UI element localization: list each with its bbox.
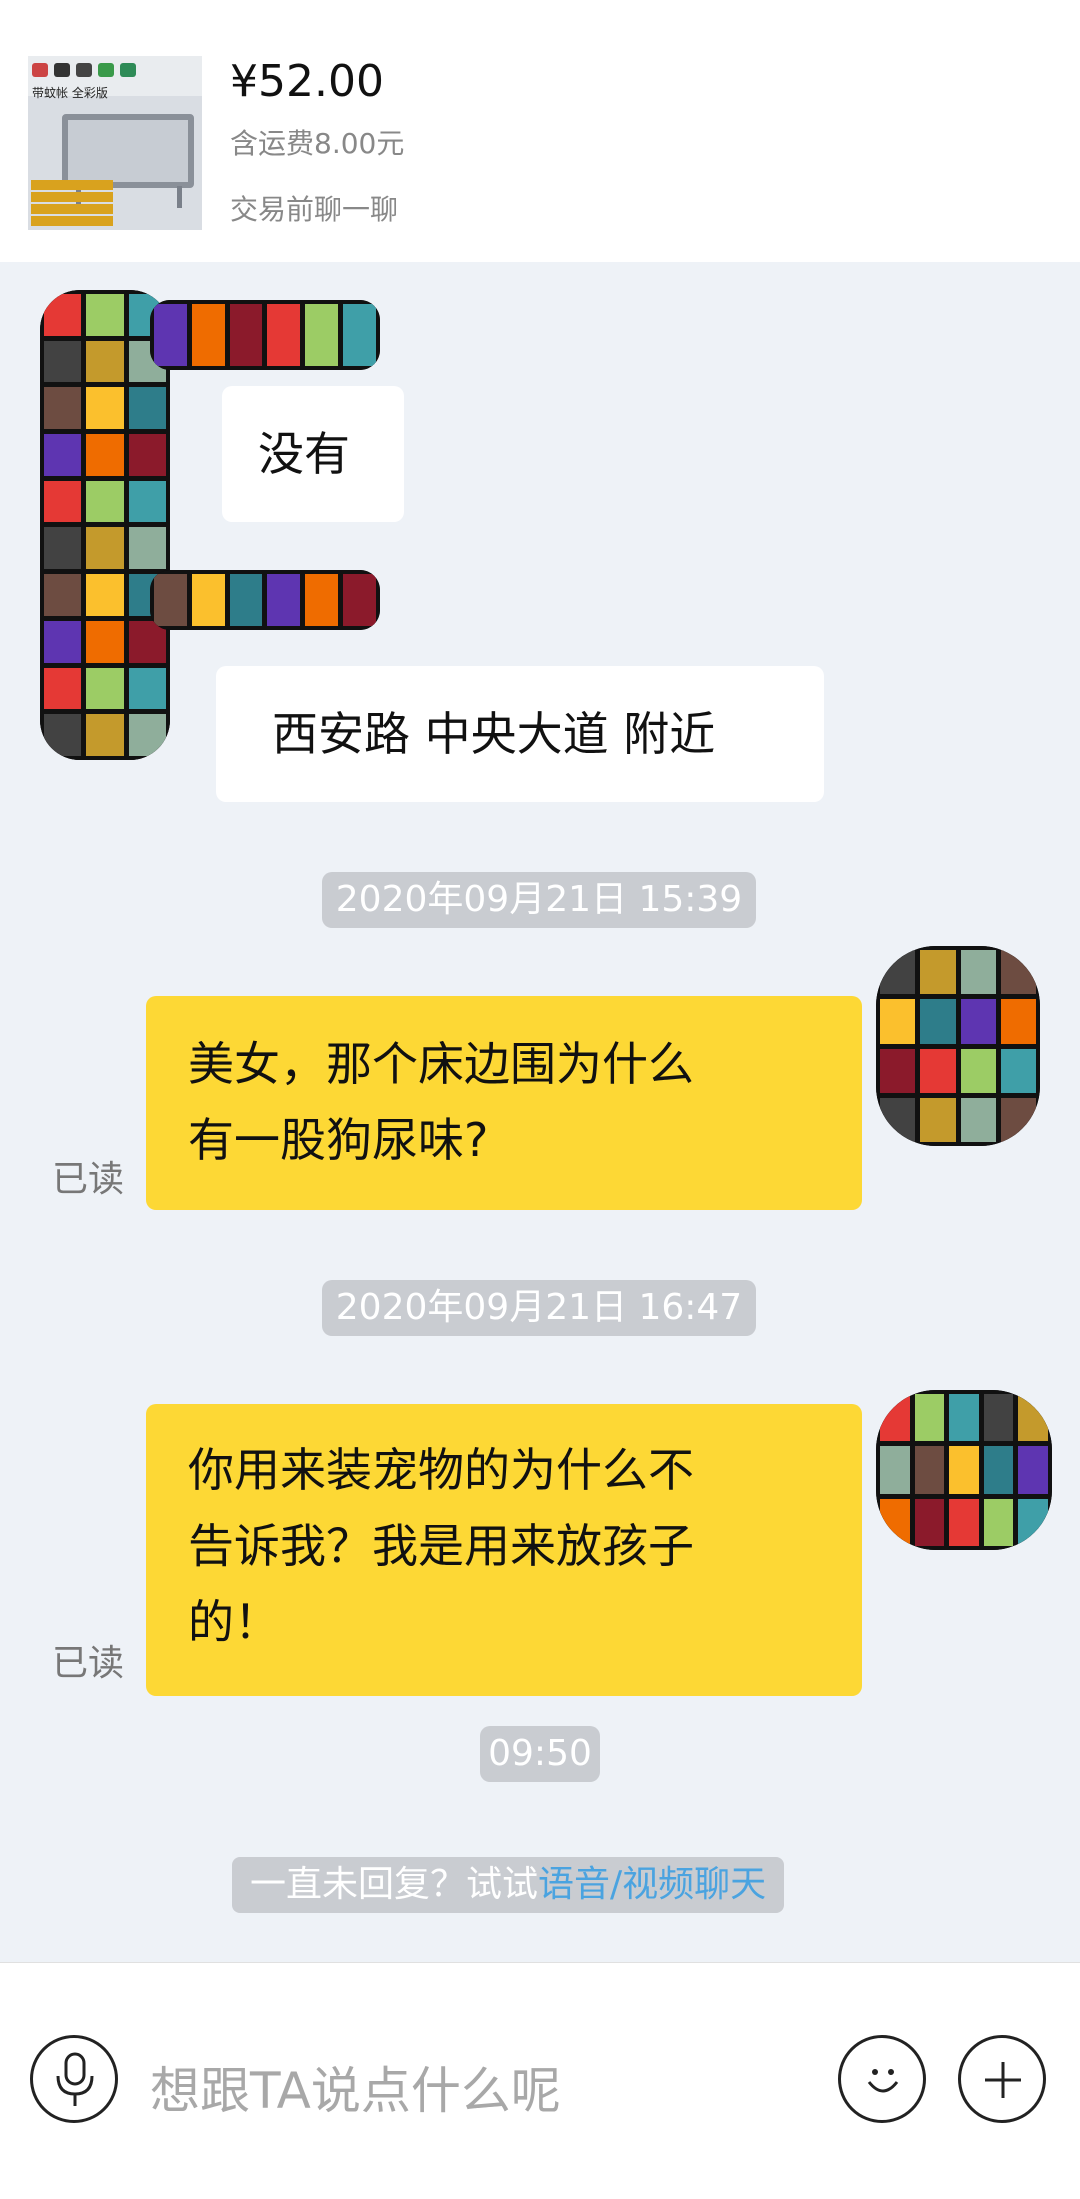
outgoing-message[interactable]: 你用来装宠物的为什么不 告诉我？我是用来放孩子 的！ (146, 1404, 862, 1696)
message-text-line: 有一股狗尿味? (188, 1113, 489, 1167)
chat-note: 交易前聊一聊 (230, 193, 399, 226)
message-text-line: 告诉我？我是用来放孩子 (188, 1519, 694, 1573)
product-price: ¥52.00 (230, 56, 384, 107)
timestamp: 09:50 (480, 1726, 600, 1782)
smiley-icon (861, 2058, 905, 2102)
microphone-icon (53, 2052, 97, 2108)
more-button[interactable] (958, 2035, 1046, 2123)
outgoing-message[interactable]: 美女，那个床边围为什么 有一股狗尿味? (146, 996, 862, 1210)
input-bar: 想跟TA说点什么呢 (0, 1962, 1080, 2199)
read-status: 已读 (52, 1643, 125, 1684)
my-avatar[interactable] (876, 1390, 1052, 1550)
plus-icon (981, 2058, 1025, 2102)
incoming-message[interactable]: 西安路 中央大道 附近 (216, 666, 824, 802)
call-suggestion-text: 一直未回复？试试 (250, 1864, 539, 1905)
seller-avatar-extension (150, 570, 380, 630)
call-suggestion: 一直未回复？试试语音/视频聊天 (232, 1857, 785, 1913)
incoming-message[interactable]: 没有 (222, 386, 404, 522)
message-text: 西安路 中央大道 附近 (272, 707, 716, 761)
shipping-fee: 含运费8.00元 (230, 127, 405, 160)
my-avatar[interactable] (876, 946, 1040, 1146)
message-text-line: 你用来装宠物的为什么不 (188, 1443, 694, 1497)
message-text-line: 的！ (188, 1595, 280, 1649)
crib-image (62, 114, 194, 188)
message-text-line: 美女，那个床边围为什么 (188, 1037, 694, 1091)
read-status: 已读 (52, 1159, 125, 1200)
timestamp: 2020年09月21日 15:39 (322, 872, 756, 928)
product-card[interactable]: 带蚊帐 全彩版 ¥52.00 含运费8.00元 交易前聊一聊 (0, 0, 1080, 262)
timestamp: 2020年09月21日 16:47 (322, 1280, 756, 1336)
product-thumbnail[interactable]: 带蚊帐 全彩版 (28, 56, 202, 230)
message-text: 没有 (258, 427, 350, 481)
emoji-button[interactable] (838, 2035, 926, 2123)
message-input[interactable]: 想跟TA说点什么呢 (150, 2051, 561, 2123)
voice-button[interactable] (30, 2035, 118, 2123)
seller-avatar-extension (150, 300, 380, 370)
voice-video-call-link[interactable]: 语音/视频聊天 (538, 1864, 766, 1905)
thumbnail-caption: 带蚊帐 全彩版 (32, 86, 108, 100)
